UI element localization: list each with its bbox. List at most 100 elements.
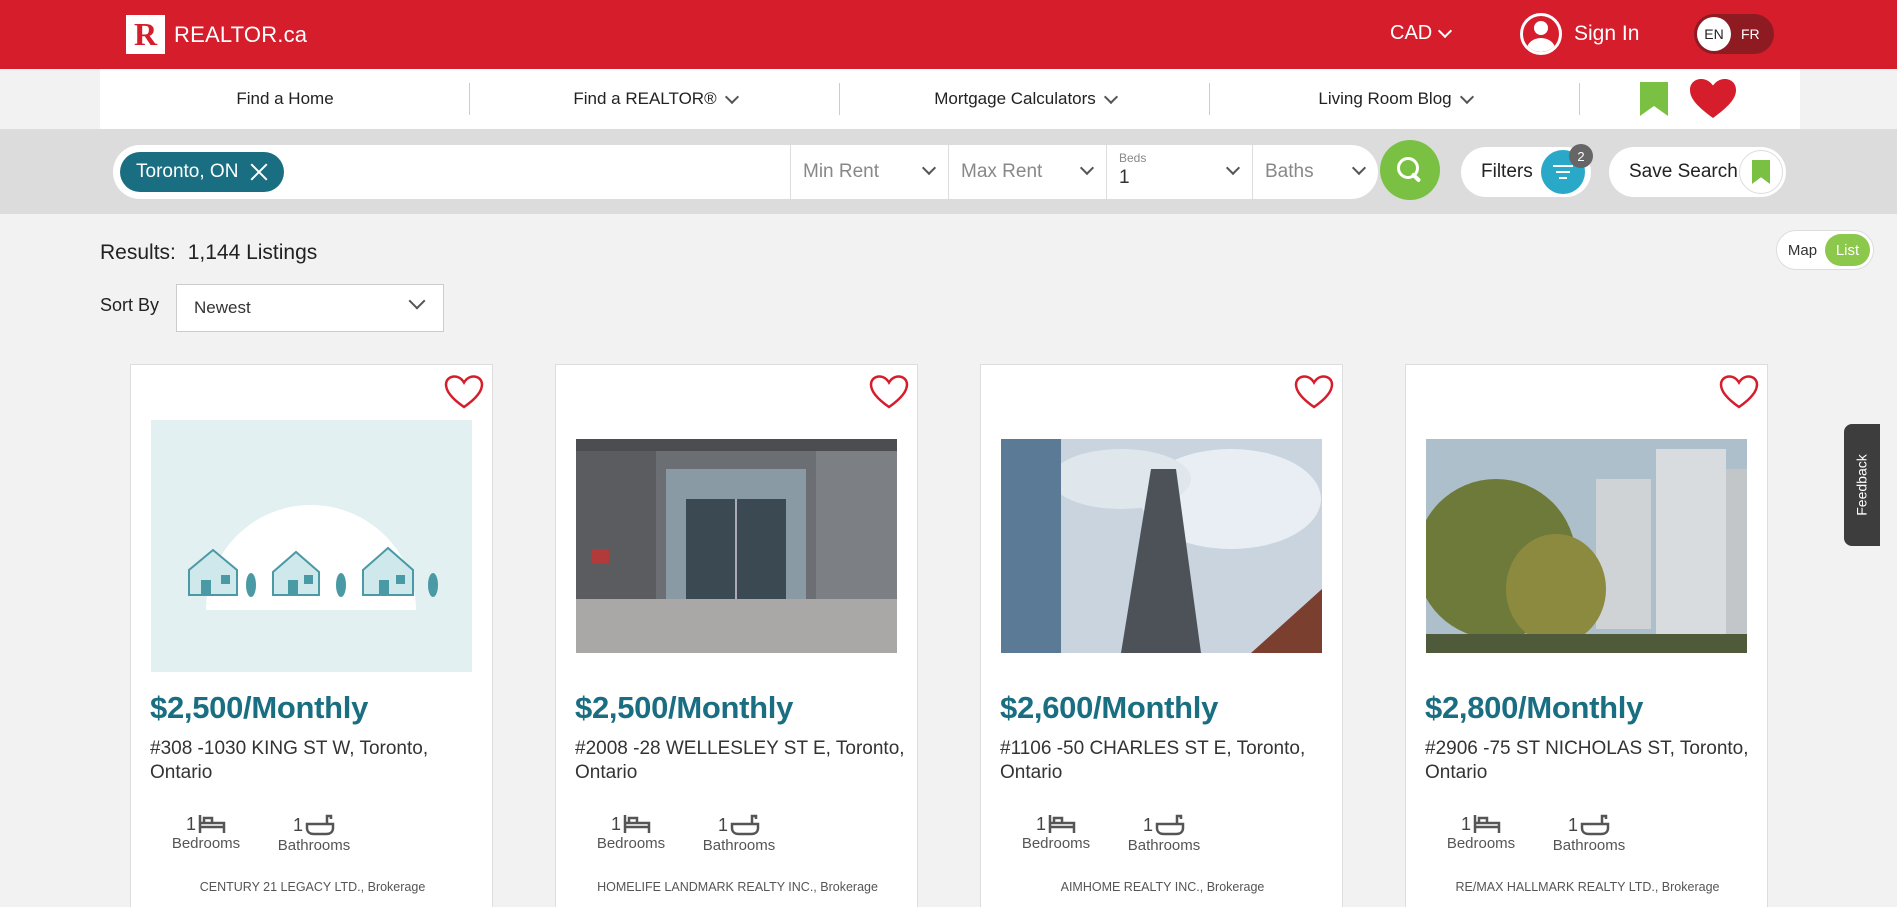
listing-price: $2,800/Monthly <box>1425 690 1644 725</box>
heart-outline-icon[interactable] <box>1294 375 1334 409</box>
sign-in-button[interactable]: Sign In <box>1520 13 1639 55</box>
search-box[interactable]: Toronto, ON Min Rent Max Rent Beds 1 Bat… <box>113 145 1378 199</box>
heart-outline-icon[interactable] <box>1719 375 1759 409</box>
sign-in-label: Sign In <box>1574 22 1640 45</box>
bedrooms-count: 1 <box>1460 813 1471 834</box>
sort-by-label: Sort By <box>100 295 160 315</box>
save-search-button[interactable]: Save Search <box>1609 147 1786 197</box>
chevron-down-icon <box>921 160 937 176</box>
bedrooms-label: Bedrooms <box>171 835 241 852</box>
bathrooms-count: 1 <box>717 814 728 835</box>
listing-address: #2906 -75 ST NICHOLAS ST, Toronto, Ontar… <box>1425 738 1749 783</box>
feedback-tab[interactable]: Feedback <box>1844 424 1880 546</box>
nav-icon-group <box>1640 79 1736 119</box>
search-button[interactable] <box>1380 140 1440 200</box>
max-rent-label: Max Rent <box>961 161 1043 182</box>
bathtub-icon <box>1155 814 1185 836</box>
nav-find-a-realtor[interactable]: Find a REALTOR® <box>470 69 840 129</box>
feedback-label: Feedback <box>1854 454 1871 516</box>
bathrooms-count: 1 <box>292 814 303 835</box>
listing-address: #2008 -28 WELLESLEY ST E, Toronto, Ontar… <box>575 738 905 783</box>
nav-label: Find a REALTOR® <box>573 89 717 108</box>
map-list-toggle[interactable]: Map List <box>1776 230 1874 270</box>
bathtub-icon <box>730 814 760 836</box>
chevron-down-icon <box>1225 160 1241 176</box>
chevron-down-icon <box>1103 89 1118 104</box>
nav-label: Living Room Blog <box>1318 89 1452 108</box>
results-summary: Results: 1,144 Listings <box>100 241 317 265</box>
filters-button[interactable]: Filters 2 <box>1461 144 1593 197</box>
logo-mark: R <box>126 15 165 54</box>
search-icon <box>1397 157 1423 183</box>
listing-photo-placeholder[interactable] <box>151 420 472 672</box>
bedrooms-spec: 1 Bedrooms <box>171 813 241 853</box>
filter-count-badge: 2 <box>1569 144 1593 168</box>
bathrooms-count: 1 <box>1567 814 1578 835</box>
heart-icon[interactable] <box>1690 79 1736 119</box>
view-list-option[interactable]: List <box>1825 234 1870 266</box>
baths-select[interactable]: Baths <box>1252 145 1378 199</box>
realtor-logo[interactable]: R REALTOR.ca <box>126 15 307 54</box>
chevron-down-icon <box>1079 160 1095 176</box>
close-icon[interactable] <box>250 163 268 181</box>
heart-outline-icon[interactable] <box>444 375 484 409</box>
bed-icon <box>1048 815 1076 833</box>
bedrooms-label: Bedrooms <box>1446 835 1516 852</box>
min-rent-label: Min Rent <box>803 161 880 182</box>
brokerage-name: AIMHOME REALTY INC., Brokerage <box>1060 880 1265 894</box>
main-nav: Find a Home Find a REALTOR® Mortgage Cal… <box>100 69 1800 129</box>
listing-photo-trees-towers[interactable] <box>1426 439 1747 653</box>
listing-card[interactable]: $2,500/Monthly #308 -1030 KING ST W, Tor… <box>130 364 493 907</box>
lang-fr[interactable]: FR <box>1741 26 1760 42</box>
bathrooms-count: 1 <box>1142 814 1153 835</box>
listing-price: $2,500/Monthly <box>575 690 794 725</box>
bedrooms-spec: 1 Bedrooms <box>1021 813 1091 853</box>
chevron-down-icon <box>724 89 739 104</box>
location-chip[interactable]: Toronto, ON <box>120 152 285 192</box>
brokerage-name: HOMELIFE LANDMARK REALTY INC., Brokerage <box>597 880 878 894</box>
bathtub-icon <box>305 814 335 836</box>
bookmark-icon <box>1739 150 1783 194</box>
max-rent-select[interactable]: Max Rent <box>948 145 1106 199</box>
filter-icon: 2 <box>1541 144 1593 194</box>
nav-living-room-blog[interactable]: Living Room Blog <box>1210 69 1580 129</box>
listing-card[interactable]: $2,500/Monthly #2008 -28 WELLESLEY ST E,… <box>555 364 918 907</box>
listing-address: #308 -1030 KING ST W, Toronto, Ontario <box>150 738 429 783</box>
nav-label: Find a Home <box>236 89 334 108</box>
beds-select[interactable]: Beds 1 <box>1106 145 1252 199</box>
nav-label: Mortgage Calculators <box>934 89 1096 108</box>
nav-mortgage-calculators[interactable]: Mortgage Calculators <box>840 69 1210 129</box>
lang-en[interactable]: EN <box>1697 17 1731 51</box>
bathrooms-spec: 1 Bathrooms <box>1124 813 1204 855</box>
listing-price: $2,600/Monthly <box>1000 690 1219 725</box>
listing-price: $2,500/Monthly <box>150 690 369 725</box>
bookmark-icon[interactable] <box>1640 82 1668 116</box>
bedrooms-count: 1 <box>610 813 621 834</box>
bed-icon <box>623 815 651 833</box>
logo-text: REALTOR.ca <box>174 21 308 47</box>
sort-value: Newest <box>194 298 251 317</box>
bathrooms-label: Bathrooms <box>1552 837 1626 854</box>
nav-find-a-home[interactable]: Find a Home <box>100 69 470 129</box>
min-rent-select[interactable]: Min Rent <box>790 145 948 199</box>
currency-selector[interactable]: CAD <box>1390 22 1453 45</box>
listing-photo-tower[interactable] <box>1001 439 1322 653</box>
brokerage-name: RE/MAX HALLMARK REALTY LTD., Brokerage <box>1455 880 1720 894</box>
bedrooms-label: Bedrooms <box>1021 835 1091 852</box>
bedrooms-spec: 1 Bedrooms <box>1446 813 1516 853</box>
view-map-option[interactable]: Map <box>1780 242 1825 259</box>
currency-label: CAD <box>1390 22 1433 44</box>
chevron-down-icon <box>1438 23 1453 39</box>
listing-card[interactable]: $2,600/Monthly #1106 -50 CHARLES ST E, T… <box>980 364 1343 907</box>
listing-photo-building-entrance[interactable] <box>576 439 897 653</box>
location-chip-label: Toronto, ON <box>136 161 239 182</box>
language-toggle[interactable]: EN FR <box>1694 14 1774 54</box>
bathrooms-label: Bathrooms <box>1127 837 1201 854</box>
results-count: 1,144 Listings <box>187 241 318 264</box>
beds-label: Beds <box>1119 151 1147 165</box>
heart-outline-icon[interactable] <box>869 375 909 409</box>
bedrooms-label: Bedrooms <box>596 835 666 852</box>
sort-select[interactable]: Newest <box>176 284 444 332</box>
save-search-label: Save Search <box>1629 161 1738 182</box>
listing-card[interactable]: $2,800/Monthly #2906 -75 ST NICHOLAS ST,… <box>1405 364 1768 907</box>
